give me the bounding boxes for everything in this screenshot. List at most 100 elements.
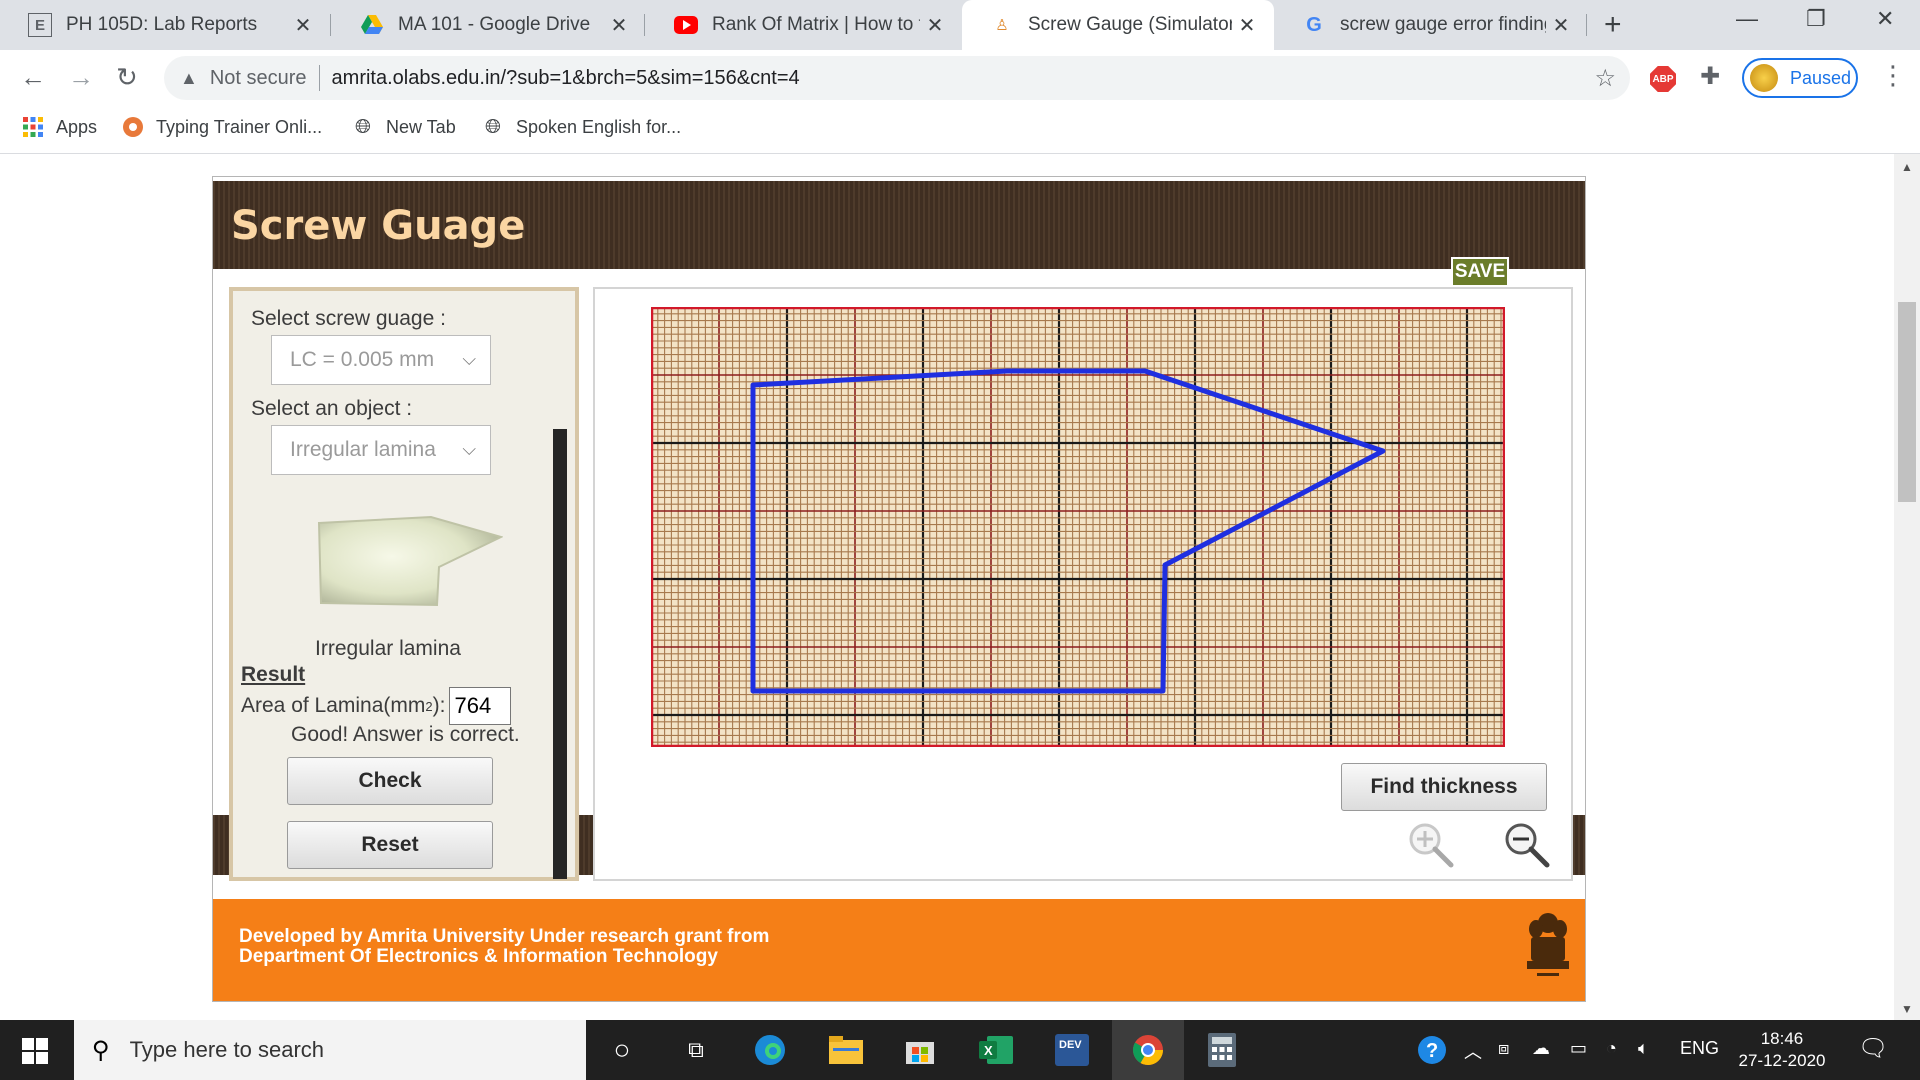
graph-panel: Find thickness — [593, 287, 1573, 881]
graph-paper — [651, 307, 1505, 747]
close-tab-icon[interactable]: ✕ — [604, 13, 634, 38]
back-button[interactable]: ← — [20, 62, 46, 93]
show-hidden-icons-icon[interactable]: ︿ — [1464, 1038, 1482, 1064]
svg-text:X: X — [984, 1043, 993, 1058]
help-icon[interactable]: ? — [1416, 1034, 1448, 1071]
minimize-button[interactable]: — — [1736, 6, 1758, 32]
olabs-icon: ♙ — [995, 17, 1009, 34]
device-icon[interactable]: ⧈ — [1498, 1038, 1509, 1059]
security-label: Not secure — [209, 66, 307, 89]
national-emblem-icon — [1527, 913, 1569, 976]
chevron-down-icon: ⌵ — [462, 349, 476, 369]
apps-grid-icon — [22, 116, 44, 138]
battery-icon[interactable]: ▭ — [1570, 1038, 1587, 1059]
page-title: Screw Guage — [231, 203, 526, 249]
file-explorer-icon[interactable] — [828, 1032, 864, 1068]
scrollbar-thumb[interactable] — [1898, 302, 1916, 502]
save-button[interactable]: SAVE — [1451, 257, 1509, 287]
tab-screw-gauge[interactable]: ♙ Screw Gauge (Simulator) : C ✕ — [962, 0, 1274, 50]
omnibox-divider — [318, 65, 320, 91]
wifi-icon[interactable]: ◔ — [1606, 1038, 1617, 1059]
reload-button[interactable]: ↻ — [116, 62, 138, 93]
lamina-thumbnail — [317, 515, 503, 607]
scroll-down-arrow-icon[interactable]: ▼ — [1901, 1002, 1913, 1016]
gauge-select-value: LC = 0.005 mm — [290, 348, 435, 371]
calculator-icon[interactable] — [1204, 1032, 1240, 1068]
taskbar-search[interactable]: ⚲ Type here to search — [74, 1020, 586, 1080]
url-text[interactable]: amrita.olabs.edu.in/?sub=1&brch=5&sim=15… — [332, 67, 800, 90]
area-input[interactable]: 764 — [449, 687, 512, 725]
svg-text:DEV: DEV — [1059, 1039, 1082, 1051]
excel-icon[interactable]: X — [978, 1032, 1014, 1068]
close-tab-icon[interactable]: ✕ — [1546, 13, 1576, 38]
profile-button[interactable]: Paused — [1742, 58, 1858, 98]
edge-icon[interactable] — [752, 1032, 788, 1068]
find-thickness-button[interactable]: Find thickness — [1341, 763, 1547, 811]
tab-separator — [644, 14, 645, 36]
kebab-menu-icon[interactable]: ⋮ — [1880, 60, 1906, 91]
taskbar-search-placeholder: Type here to search — [129, 1037, 325, 1062]
tab-separator — [1586, 14, 1587, 36]
tab-google-drive[interactable]: MA 101 - Google Drive ✕ — [332, 0, 646, 50]
youtube-icon — [674, 13, 698, 37]
google-icon: G — [1306, 13, 1322, 36]
task-view-icon[interactable]: ⧉ — [678, 1032, 714, 1068]
e-logo-icon: E — [28, 13, 52, 37]
dev-tools-icon[interactable]: DEV — [1054, 1032, 1090, 1068]
store-icon[interactable] — [902, 1032, 938, 1068]
onedrive-cloud-icon[interactable]: ☁︎ — [1532, 1038, 1550, 1059]
notification-center-icon[interactable]: 🗨︎ — [1858, 1034, 1888, 1063]
footer: Developed by Amrita University Under res… — [213, 899, 1585, 1001]
check-button[interactable]: Check — [287, 757, 493, 805]
area-row: Area of Lamina(mm 2): 764 — [241, 687, 512, 725]
extensions-puzzle-icon[interactable]: ✚ — [1700, 62, 1720, 91]
google-drive-icon — [360, 13, 384, 37]
globe-icon: 🌐︎ — [485, 115, 501, 138]
gauge-select[interactable]: LC = 0.005 mm ⌵ — [271, 335, 491, 385]
clock-date: 27-12-2020 — [1738, 1051, 1826, 1070]
typing-trainer-icon — [122, 116, 144, 138]
object-select[interactable]: Irregular lamina ⌵ — [271, 425, 491, 475]
control-panel: Select screw guage : LC = 0.005 mm ⌵ Sel… — [229, 287, 579, 881]
profile-status: Paused — [1790, 67, 1852, 88]
bookmark-star-icon[interactable]: ☆ — [1594, 64, 1616, 93]
globe-icon: 🌐︎ — [355, 115, 371, 138]
system-clock[interactable]: 18:46 27-12-2020 — [1734, 1028, 1830, 1072]
bookmark-spoken-english[interactable]: 🌐︎ Spoken English for... — [482, 116, 681, 138]
bookmark-apps[interactable]: Apps — [22, 116, 97, 138]
bookmark-new-tab[interactable]: 🌐︎ New Tab — [352, 116, 456, 138]
close-window-button[interactable]: ✕ — [1876, 6, 1894, 32]
chevron-down-icon: ⌵ — [462, 439, 476, 459]
close-tab-icon[interactable]: ✕ — [288, 13, 318, 38]
scroll-up-arrow-icon[interactable]: ▲ — [1901, 160, 1913, 174]
footer-line-2: Department Of Electronics & Information … — [239, 946, 718, 967]
chrome-icon[interactable] — [1130, 1032, 1166, 1068]
close-tab-icon[interactable]: ✕ — [1232, 13, 1262, 38]
avatar — [1750, 64, 1778, 92]
forward-button[interactable]: → — [68, 62, 94, 93]
tab-google-search[interactable]: G screw gauge error finding - ✕ — [1274, 0, 1588, 50]
volume-icon[interactable]: 🔈︎ — [1638, 1038, 1649, 1059]
zoom-out-icon[interactable] — [1501, 819, 1553, 871]
page-scrollbar[interactable]: ▲ ▼ — [1894, 154, 1920, 1020]
tab-youtube[interactable]: Rank Of Matrix | How to fin ✕ — [646, 0, 962, 50]
new-tab-button[interactable]: + — [1604, 8, 1622, 42]
reset-button[interactable]: Reset — [287, 821, 493, 869]
zoom-in-icon[interactable] — [1405, 819, 1457, 871]
area-label: Area of Lamina(mm — [241, 694, 426, 717]
windows-start-icon[interactable] — [22, 1038, 48, 1064]
browser-toolbar: ← → ↻ ▲ Not secure amrita.olabs.edu.in/?… — [0, 50, 1920, 106]
bookmark-typing-trainer[interactable]: Typing Trainer Onli... — [122, 116, 322, 138]
language-indicator[interactable]: ENG — [1680, 1038, 1719, 1059]
panel-scrollbar[interactable] — [553, 429, 567, 879]
adblock-extension-icon[interactable]: ABP — [1650, 66, 1676, 92]
header-band: Screw Guage — [213, 181, 1585, 269]
close-tab-icon[interactable]: ✕ — [920, 13, 950, 38]
tab-lab-reports[interactable]: E PH 105D: Lab Reports ✕ — [0, 0, 330, 50]
area-label-end: ): — [432, 694, 446, 717]
simulator-frame: Screw Guage SAVE Select screw guage : LC… — [212, 176, 1586, 1002]
cortana-icon[interactable]: ○ — [604, 1032, 640, 1068]
restore-button[interactable]: ❐ — [1806, 6, 1826, 32]
feedback-message: Good! Answer is correct. — [291, 723, 520, 746]
address-bar[interactable]: ▲ Not secure amrita.olabs.edu.in/?sub=1&… — [164, 56, 1630, 100]
